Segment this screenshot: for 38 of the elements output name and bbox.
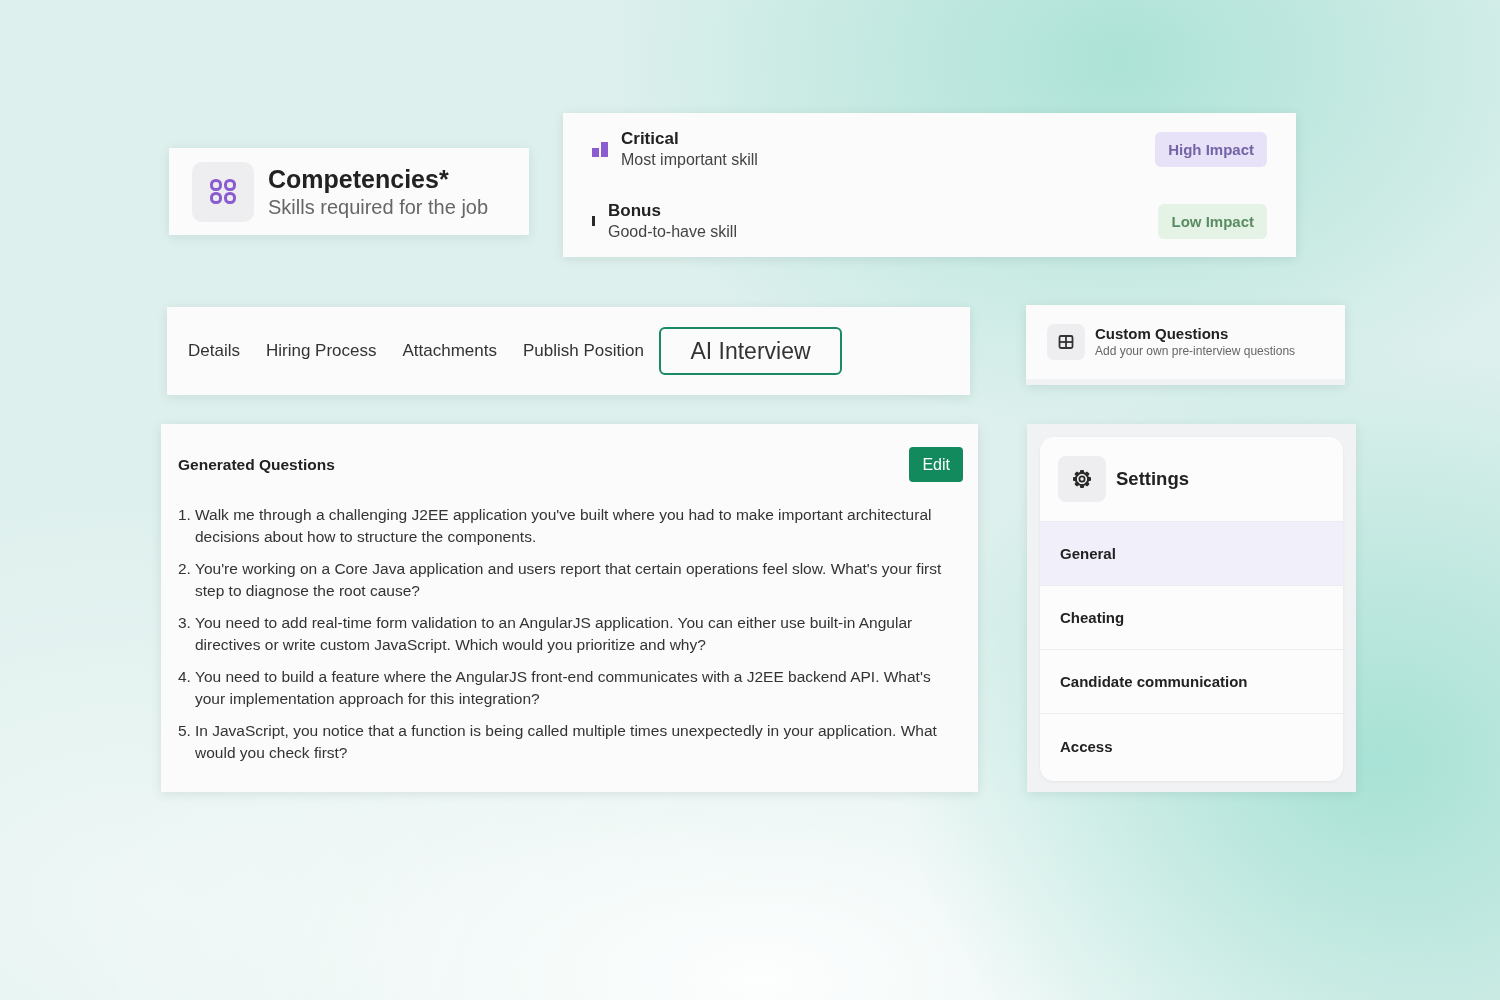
question-number: 5. bbox=[178, 721, 192, 741]
competencies-subtitle: Skills required for the job bbox=[268, 194, 489, 220]
custom-questions-subtitle: Add your own pre-interview questions bbox=[1095, 343, 1296, 359]
settings-menu-item[interactable]: Access bbox=[1040, 714, 1343, 778]
vertical-line-icon bbox=[592, 216, 595, 226]
tab[interactable]: Publish Position bbox=[512, 327, 655, 375]
question-text: In JavaScript, you notice that a function is being called multiple times unexpectedly in your application. What would you check first? bbox=[195, 721, 938, 763]
tab[interactable]: Details bbox=[177, 327, 251, 375]
edit-button[interactable]: Edit bbox=[909, 447, 963, 482]
question-number: 4. bbox=[178, 667, 192, 687]
question-number: 3. bbox=[178, 613, 192, 633]
custom-questions-title: Custom Questions bbox=[1095, 325, 1230, 343]
question-text: You're working on a Core Java application and users report that certain operations feel slow. What's your first step to diagnose the root cause? bbox=[195, 559, 943, 601]
level-description: Most important skill bbox=[621, 149, 758, 170]
table-icon bbox=[1047, 324, 1085, 360]
impact-badge: Low Impact bbox=[1158, 203, 1267, 239]
settings-title: Settings bbox=[1116, 468, 1189, 490]
level-name: Bonus bbox=[608, 199, 662, 221]
custom-questions-card[interactable]: Custom Questions Add your own pre-interview questions bbox=[1026, 305, 1345, 385]
settings-menu-item[interactable]: Cheating bbox=[1040, 586, 1343, 650]
question-text: You need to build a feature where the AngularJS front-end communicates with a J2EE backend API. What's your implementation approach for this integration? bbox=[195, 667, 932, 709]
settings-menu-item[interactable]: General bbox=[1040, 522, 1343, 586]
panel-title: Generated Questions bbox=[178, 455, 335, 474]
impact-badge: High Impact bbox=[1155, 131, 1267, 167]
grid-icon bbox=[192, 161, 254, 222]
question-text: Walk me through a challenging J2EE application you've built where you had to make important architectural decisions about how to structure the components. bbox=[195, 505, 933, 547]
tab[interactable]: AI Interview bbox=[659, 327, 842, 375]
question-number: 2. bbox=[178, 559, 192, 579]
question-number: 1. bbox=[178, 505, 192, 525]
settings-icon bbox=[1058, 456, 1106, 502]
level-name: Critical bbox=[621, 127, 680, 149]
tab[interactable]: Attachments bbox=[391, 327, 508, 375]
settings-menu-item[interactable]: Candidate communication bbox=[1040, 650, 1343, 714]
bar-chart-icon bbox=[592, 141, 608, 157]
tab[interactable]: Hiring Process bbox=[254, 327, 388, 375]
competencies-title: Competencies* bbox=[268, 163, 450, 194]
level-description: Good-to-have skill bbox=[608, 221, 737, 242]
question-text: You need to add real-time form validation to an AngularJS application. You can either use built-in Angular directives or write custom JavaScript. Which would you prioritize and why? bbox=[195, 613, 914, 655]
